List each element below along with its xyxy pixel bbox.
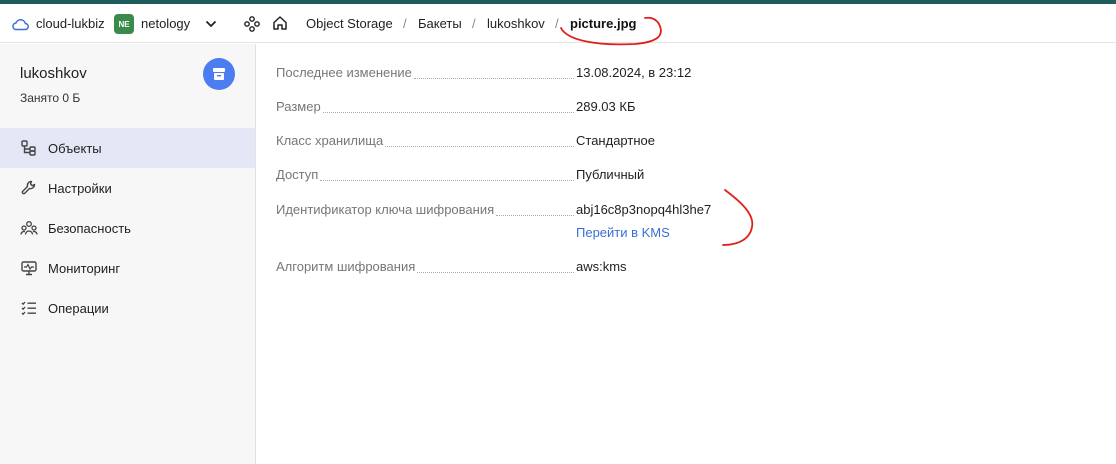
org-selector[interactable]: netology — [141, 16, 190, 31]
sidebar: lukoshkov Занято 0 Б Объекты Настройки Б… — [0, 44, 256, 464]
monitor-icon — [21, 261, 37, 276]
breadcrumb-current-object: picture.jpg — [570, 16, 637, 31]
breadcrumb-separator: / — [403, 16, 407, 31]
breadcrumb-separator: / — [555, 16, 559, 31]
users-icon — [20, 221, 38, 235]
dotted-leader — [417, 272, 574, 273]
sidebar-item-objects[interactable]: Объекты — [0, 128, 255, 168]
breadcrumb-buckets[interactable]: Бакеты — [418, 16, 462, 31]
property-label: Идентификатор ключа шифрования — [276, 202, 497, 217]
cloud-icon — [12, 19, 29, 31]
sidebar-nav: Объекты Настройки Безопасность Мониторин… — [0, 128, 255, 328]
property-label: Класс хранилища — [276, 133, 386, 148]
bucket-usage: Занято 0 Б — [20, 91, 81, 105]
property-value: Стандартное — [576, 133, 655, 148]
sidebar-item-label: Операции — [48, 301, 109, 316]
bucket-avatar — [203, 58, 235, 90]
property-encryption-key-id: Идентификатор ключа шифрования abj16c8p3… — [276, 202, 736, 240]
property-storage-class: Класс хранилища Стандартное — [276, 133, 736, 153]
dotted-leader — [385, 146, 574, 147]
breadcrumb-bucket[interactable]: lukoshkov — [487, 16, 545, 31]
sidebar-item-operations[interactable]: Операции — [0, 288, 255, 328]
sidebar-item-label: Безопасность — [48, 221, 131, 236]
property-value: aws:kms — [576, 259, 627, 274]
breadcrumb-object-storage[interactable]: Object Storage — [306, 16, 393, 31]
property-access: Доступ Публичный — [276, 167, 736, 187]
property-size: Размер 289.03 КБ — [276, 99, 736, 119]
bucket-title: lukoshkov — [20, 65, 87, 82]
property-label: Алгоритм шифрования — [276, 259, 418, 274]
chevron-down-icon[interactable] — [204, 17, 218, 31]
sidebar-item-label: Настройки — [48, 181, 112, 196]
property-value: Публичный — [576, 167, 645, 182]
dotted-leader — [414, 78, 574, 79]
dotted-leader — [496, 215, 574, 216]
list-icon — [21, 301, 36, 316]
property-value: 289.03 КБ — [576, 99, 636, 114]
dotted-leader — [320, 180, 574, 181]
sidebar-item-settings[interactable]: Настройки — [0, 168, 255, 208]
bucket-icon — [213, 68, 225, 80]
home-icon[interactable] — [272, 15, 288, 31]
go-to-kms-link[interactable]: Перейти в KMS — [576, 225, 670, 240]
dotted-leader — [323, 112, 574, 113]
property-last-modified: Последнее изменение 13.08.2024, в 23:12 — [276, 65, 736, 85]
sidebar-item-security[interactable]: Безопасность — [0, 208, 255, 248]
property-label: Размер — [276, 99, 323, 114]
sidebar-item-monitoring[interactable]: Мониторинг — [0, 248, 255, 288]
property-label: Доступ — [276, 167, 321, 182]
property-label: Последнее изменение — [276, 65, 414, 80]
sidebar-item-label: Объекты — [48, 141, 102, 156]
sidebar-item-label: Мониторинг — [48, 261, 121, 276]
property-value: 13.08.2024, в 23:12 — [576, 65, 692, 80]
property-encryption-algorithm: Алгоритм шифрования aws:kms — [276, 259, 736, 279]
property-value: abj16c8p3nopq4hl3he7 — [576, 202, 712, 217]
cloud-selector[interactable]: cloud-lukbiz — [36, 16, 105, 31]
wrench-icon — [21, 180, 36, 195]
header-bar: cloud-lukbiz NE netology Object Storage … — [0, 4, 1116, 43]
services-icon[interactable] — [244, 16, 260, 32]
objects-icon — [21, 140, 36, 156]
breadcrumb-separator: / — [472, 16, 476, 31]
org-badge: NE — [114, 14, 134, 34]
